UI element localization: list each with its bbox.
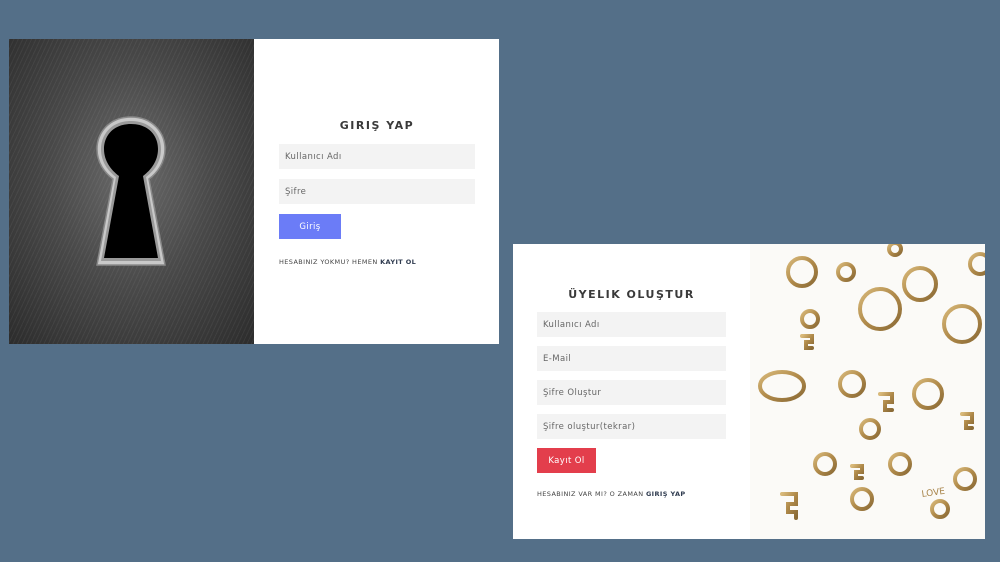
login-button[interactable]: Giriş [279,214,341,239]
login-link[interactable]: GIRIŞ YAP [646,490,686,498]
register-button[interactable]: Kayıt Ol [537,448,596,473]
antique-keys-illustration: LOVE [750,244,985,539]
keyhole-icon [96,116,166,266]
register-username-input[interactable] [537,312,726,337]
keyhole-illustration [9,39,254,344]
register-footer-text: HESABINIZ VAR MI? O ZAMAN [537,490,644,498]
username-input[interactable] [279,144,475,169]
register-title: ÜYELIK OLUŞTUR [568,288,695,301]
login-footer-text: HESABINIZ YOKMU? HEMEN [279,258,378,266]
keys-icon: LOVE [758,244,985,539]
login-card: GIRIŞ YAP Giriş HESABINIZ YOKMU? HEMEN K… [9,39,499,344]
login-title: GIRIŞ YAP [339,119,415,132]
register-link[interactable]: KAYIT OL [380,258,416,266]
register-password-repeat-input[interactable] [537,414,726,439]
login-form: GIRIŞ YAP Giriş HESABINIZ YOKMU? HEMEN K… [279,119,475,266]
login-footer: HESABINIZ YOKMU? HEMEN KAYIT OL [279,258,475,266]
register-card: ÜYELIK OLUŞTUR Kayıt Ol HESABINIZ VAR MI… [513,244,985,539]
svg-text:LOVE: LOVE [921,487,946,500]
password-input[interactable] [279,179,475,204]
register-footer: HESABINIZ VAR MI? O ZAMAN GIRIŞ YAP [537,490,726,498]
register-form: ÜYELIK OLUŞTUR Kayıt Ol HESABINIZ VAR MI… [537,288,726,498]
register-password-input[interactable] [537,380,726,405]
email-input[interactable] [537,346,726,371]
